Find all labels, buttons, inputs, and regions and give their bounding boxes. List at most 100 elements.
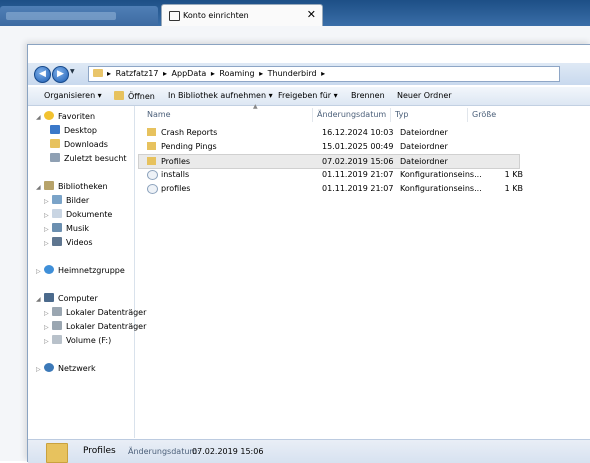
expand-icon[interactable]: ▷ xyxy=(44,336,50,348)
organize-button[interactable]: Organisieren ▾ xyxy=(44,91,102,100)
breadcrumb-separator: ▸ xyxy=(321,69,326,78)
column-divider[interactable] xyxy=(467,108,468,122)
expand-icon[interactable]: ▷ xyxy=(44,322,50,334)
expand-icon[interactable]: ▷ xyxy=(44,308,50,320)
nav-label: Dokumente xyxy=(66,210,113,219)
expand-icon[interactable]: ◢ xyxy=(36,294,42,306)
new-folder-button[interactable]: Neuer Ordner xyxy=(397,91,452,100)
address-input[interactable]: ▸ Ratzfatz17 ▸ AppData ▸ Roaming ▸ Thund… xyxy=(88,66,560,82)
nav-pictures[interactable]: ▷ Bilder xyxy=(44,195,89,207)
navigation-pane: ◢ Favoriten Desktop Downloads Zuletzt bes… xyxy=(28,106,146,438)
file-date: 16.12.2024 10:03 xyxy=(322,128,394,137)
mail-icon xyxy=(169,11,180,21)
table-row[interactable]: Pending Pings 15.01.2025 00:49 Dateiordner xyxy=(139,140,519,153)
expand-icon[interactable]: ◢ xyxy=(36,182,42,194)
nav-documents[interactable]: ▷ Dokumente xyxy=(44,209,112,221)
tab-konto-einrichten[interactable]: Konto einrichten ✕ xyxy=(161,4,323,27)
burn-button[interactable]: Brennen xyxy=(351,91,385,100)
nav-label: Bibliotheken xyxy=(58,182,108,191)
share-button[interactable]: Freigeben für ▾ xyxy=(278,91,338,100)
breadcrumb-appdata[interactable]: AppData xyxy=(172,69,207,78)
expand-icon[interactable]: ◢ xyxy=(36,112,42,124)
expand-icon[interactable]: ▷ xyxy=(44,196,50,208)
nav-label: Musik xyxy=(66,224,89,233)
details-name: Profiles xyxy=(83,446,116,456)
nav-desktop[interactable]: Desktop xyxy=(50,125,97,137)
nav-label: Volume (F:) xyxy=(66,336,112,345)
column-divider[interactable] xyxy=(390,108,391,122)
music-icon xyxy=(52,223,62,232)
nav-local-disk-1[interactable]: ▷ Lokaler Datenträger xyxy=(44,307,146,319)
file-name: installs xyxy=(161,170,190,179)
column-header-size[interactable]: Größe xyxy=(472,110,496,119)
nav-volume-f[interactable]: ▷ Volume (F:) xyxy=(44,335,111,347)
nav-label: Computer xyxy=(58,294,98,303)
file-name: Profiles xyxy=(161,157,191,166)
column-header-name[interactable]: Name xyxy=(147,110,171,119)
command-bar: Organisieren ▾ Öffnen In Bibliothek aufn… xyxy=(28,87,590,106)
nav-network[interactable]: ▷ Netzwerk xyxy=(36,363,96,375)
table-row[interactable]: installs 01.11.2019 21:07 Konfigurationsei… xyxy=(139,168,523,181)
downloads-icon xyxy=(50,139,60,148)
breadcrumb-ratzfatz17[interactable]: Ratzfatz17 xyxy=(116,69,159,78)
forward-button[interactable]: ▶ xyxy=(52,66,69,83)
library-icon xyxy=(44,181,54,190)
table-row[interactable]: profiles 01.11.2019 21:07 Konfigurationsei… xyxy=(139,182,523,195)
nav-label: Downloads xyxy=(64,140,108,149)
explorer-window: ◀ ▶ ▼ ▸ Ratzfatz17 ▸ AppData ▸ Roaming ▸… xyxy=(27,44,590,463)
folder-icon xyxy=(147,157,156,165)
file-date: 01.11.2019 21:07 xyxy=(322,184,394,193)
star-icon xyxy=(44,111,54,120)
file-date: 07.02.2019 15:06 xyxy=(322,157,394,166)
include-in-library-button[interactable]: In Bibliothek aufnehmen ▾ xyxy=(168,91,273,100)
computer-icon xyxy=(44,293,54,302)
breadcrumb: ▸ Ratzfatz17 ▸ AppData ▸ Roaming ▸ Thund… xyxy=(107,69,327,78)
file-size: 1 KB xyxy=(504,184,523,193)
nav-label: Desktop xyxy=(64,126,97,135)
breadcrumb-separator: ▸ xyxy=(107,69,112,78)
expand-icon[interactable]: ▷ xyxy=(44,238,50,250)
expand-icon[interactable]: ▷ xyxy=(44,210,50,222)
desktop-icon xyxy=(50,125,60,134)
recent-pages-dropdown-icon[interactable]: ▼ xyxy=(70,68,75,75)
expand-icon[interactable]: ▷ xyxy=(36,364,42,376)
drive-icon xyxy=(52,307,62,316)
nav-label: Bilder xyxy=(66,196,90,205)
expand-icon[interactable]: ▷ xyxy=(36,266,42,278)
file-type: Konfigurationseins... xyxy=(400,170,482,179)
file-name: Crash Reports xyxy=(161,128,218,137)
nav-downloads[interactable]: Downloads xyxy=(50,139,108,151)
breadcrumb-separator: ▸ xyxy=(259,69,264,78)
tab-label: Konto einrichten xyxy=(183,11,249,20)
folder-icon xyxy=(93,69,103,77)
details-date-value: 07.02.2019 15:06 xyxy=(192,447,264,456)
close-icon[interactable]: ✕ xyxy=(307,8,316,21)
table-row[interactable]: Profiles 07.02.2019 15:06 Dateiordner xyxy=(138,154,520,169)
expand-icon[interactable]: ▷ xyxy=(44,224,50,236)
file-size: 1 KB xyxy=(504,170,523,179)
column-divider[interactable] xyxy=(312,108,313,122)
nav-libraries[interactable]: ◢ Bibliotheken xyxy=(36,181,108,193)
breadcrumb-roaming[interactable]: Roaming xyxy=(219,69,254,78)
column-header-type[interactable]: Typ xyxy=(395,110,408,119)
nav-favorites[interactable]: ◢ Favoriten xyxy=(36,111,95,123)
column-header-date[interactable]: Änderungsdatum xyxy=(317,110,386,119)
open-button[interactable]: Öffnen xyxy=(114,91,155,101)
tab-inactive-label-blurred xyxy=(6,12,116,20)
nav-local-disk-2[interactable]: ▷ Lokaler Datenträger xyxy=(44,321,146,333)
nav-computer[interactable]: ◢ Computer xyxy=(36,293,98,305)
nav-music[interactable]: ▷ Musik xyxy=(44,223,89,235)
back-button[interactable]: ◀ xyxy=(34,66,51,83)
file-date: 15.01.2025 00:49 xyxy=(322,142,394,151)
breadcrumb-thunderbird[interactable]: Thunderbird xyxy=(268,69,317,78)
nav-videos[interactable]: ▷ Videos xyxy=(44,237,93,249)
settings-file-icon xyxy=(147,184,158,194)
nav-homegroup[interactable]: ▷ Heimnetzgruppe xyxy=(36,265,125,277)
table-row[interactable]: Crash Reports 16.12.2024 10:03 Dateiordner xyxy=(139,126,519,139)
nav-recent[interactable]: Zuletzt besucht xyxy=(50,153,127,165)
settings-file-icon xyxy=(147,170,158,180)
file-type: Konfigurationseins... xyxy=(400,184,482,193)
nav-label: Videos xyxy=(66,238,93,247)
file-type: Dateiordner xyxy=(400,157,448,166)
tab-inactive[interactable] xyxy=(0,6,158,26)
